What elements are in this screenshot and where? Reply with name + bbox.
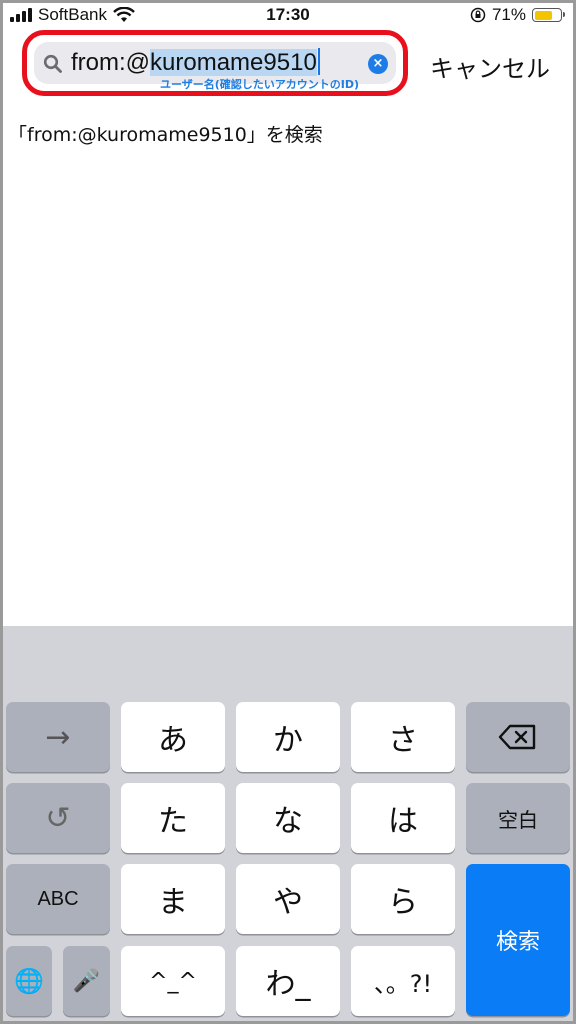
key-a[interactable]: あ bbox=[121, 702, 225, 772]
key-emoticon[interactable]: ^_^ bbox=[121, 946, 225, 1016]
status-bar: SoftBank 17:30 71% bbox=[0, 0, 576, 32]
search-query: from:@kuromame9510 bbox=[71, 48, 320, 77]
key-ra[interactable]: ら bbox=[351, 864, 455, 934]
search-suggestion[interactable]: 「from:@kuromame9510」を検索 bbox=[8, 120, 323, 147]
key-ya[interactable]: や bbox=[236, 864, 340, 934]
text-cursor bbox=[317, 48, 320, 75]
key-wa[interactable]: わ_ bbox=[236, 946, 340, 1016]
key-na[interactable]: な bbox=[236, 783, 340, 853]
orientation-lock-icon bbox=[470, 7, 486, 23]
key-ha[interactable]: は bbox=[351, 783, 455, 853]
status-right: 71% bbox=[470, 5, 565, 25]
key-ta[interactable]: た bbox=[121, 783, 225, 853]
key-ka[interactable]: か bbox=[236, 702, 340, 772]
battery-fill bbox=[534, 10, 552, 20]
key-sa[interactable]: さ bbox=[351, 702, 455, 772]
clear-icon[interactable]: × bbox=[368, 54, 388, 74]
search-query-prefix: from:@ bbox=[71, 49, 151, 76]
username-annotation: ユーザー名(確認したいアカウントのID) bbox=[160, 78, 360, 91]
space-key[interactable]: 空白 bbox=[466, 783, 570, 853]
battery-percent: 71% bbox=[491, 5, 526, 24]
search-key[interactable]: 検索 bbox=[466, 864, 570, 1016]
globe-icon[interactable]: 🌐 bbox=[6, 946, 52, 1016]
backspace-icon bbox=[498, 724, 536, 750]
search-icon bbox=[43, 54, 62, 73]
microphone-icon[interactable]: 🎤 bbox=[63, 946, 110, 1016]
battery-icon bbox=[532, 8, 565, 22]
key-punctuation[interactable]: 、。?! bbox=[351, 946, 455, 1016]
key-ma[interactable]: ま bbox=[121, 864, 225, 934]
key-undo[interactable]: ↺ bbox=[6, 783, 110, 853]
abc-key[interactable]: ABC bbox=[6, 864, 110, 934]
cancel-button[interactable]: キャンセル bbox=[430, 49, 550, 84]
japanese-keyboard: → あ か さ ↺ た な は 空白 ABC ま や ら 検索 🌐 🎤 ^_^ … bbox=[0, 626, 576, 1024]
search-query-selected: kuromame9510 bbox=[150, 49, 317, 76]
key-arrow-right[interactable]: → bbox=[6, 702, 110, 772]
backspace-key[interactable] bbox=[466, 702, 570, 772]
